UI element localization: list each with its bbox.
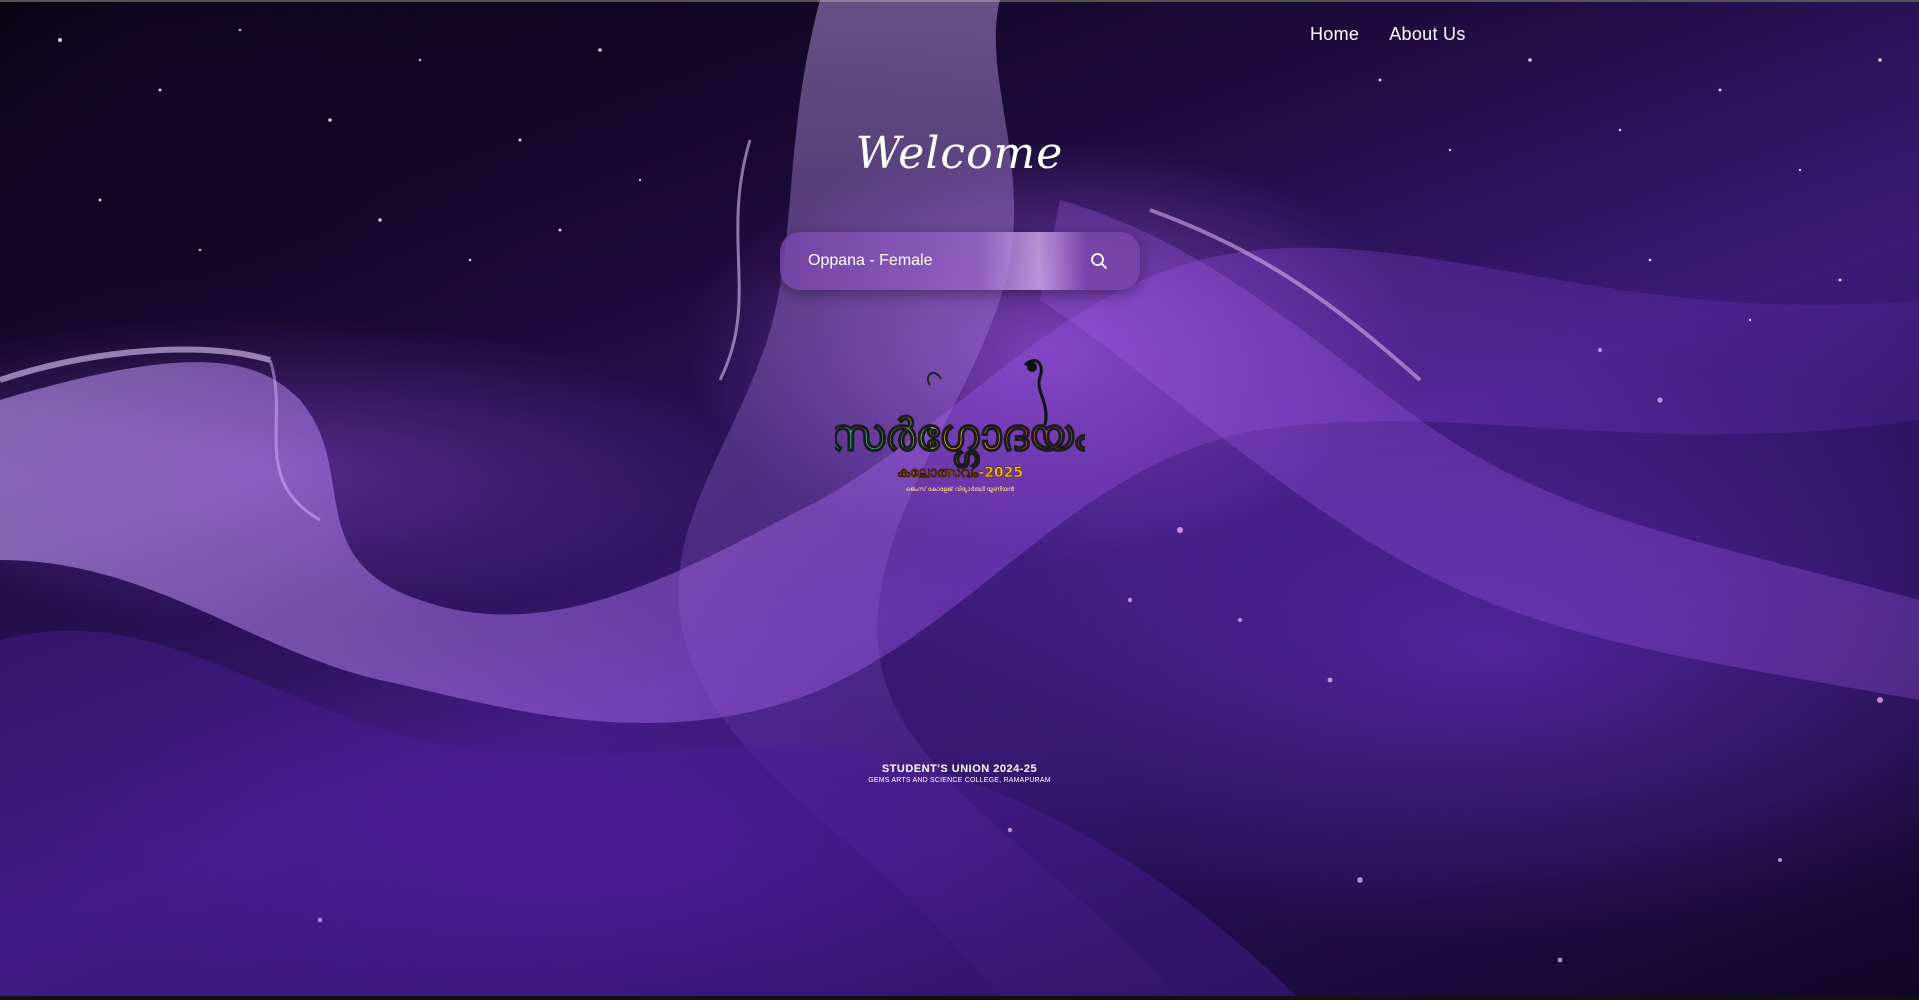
nav-about-us-link[interactable]: About Us <box>1389 24 1465 45</box>
search-box <box>780 232 1140 290</box>
college-name: GEMS ARTS AND SCIENCE COLLEGE, RAMAPURAM <box>868 777 1051 784</box>
kalolsavam-logo: സർഗ്ഗോദയം കലോത്സവം-2025 ജെംസ് കോളേജ് വിദ… <box>835 359 1085 493</box>
top-nav: Home About Us <box>1310 24 1466 45</box>
svg-text:ജെംസ് കോളേജ് വിദ്യാർത്ഥി യൂണിയ: ജെംസ് കോളേജ് വിദ്യാർത്ഥി യൂണിയൻ <box>906 486 1014 493</box>
nav-home-link[interactable]: Home <box>1310 24 1359 45</box>
search-icon[interactable] <box>1090 252 1108 270</box>
student-union-credit: STUDENT'S UNION 2024-25 GEMS ARTS AND SC… <box>0 763 1919 784</box>
welcome-heading: Welcome <box>855 128 1064 179</box>
svg-text:സർഗ്ഗോദയം: സർഗ്ഗോദയം <box>835 410 1085 469</box>
bottom-border <box>0 996 1919 1000</box>
union-title: STUDENT'S UNION 2024-25 <box>881 763 1038 775</box>
svg-text:കലോത്സവം-2025: കലോത്സവം-2025 <box>897 465 1023 481</box>
search-input[interactable] <box>808 249 1068 273</box>
page: Home About Us Welcome സർഗ്ഗോദയം കലോത്സവം… <box>0 0 1919 1000</box>
